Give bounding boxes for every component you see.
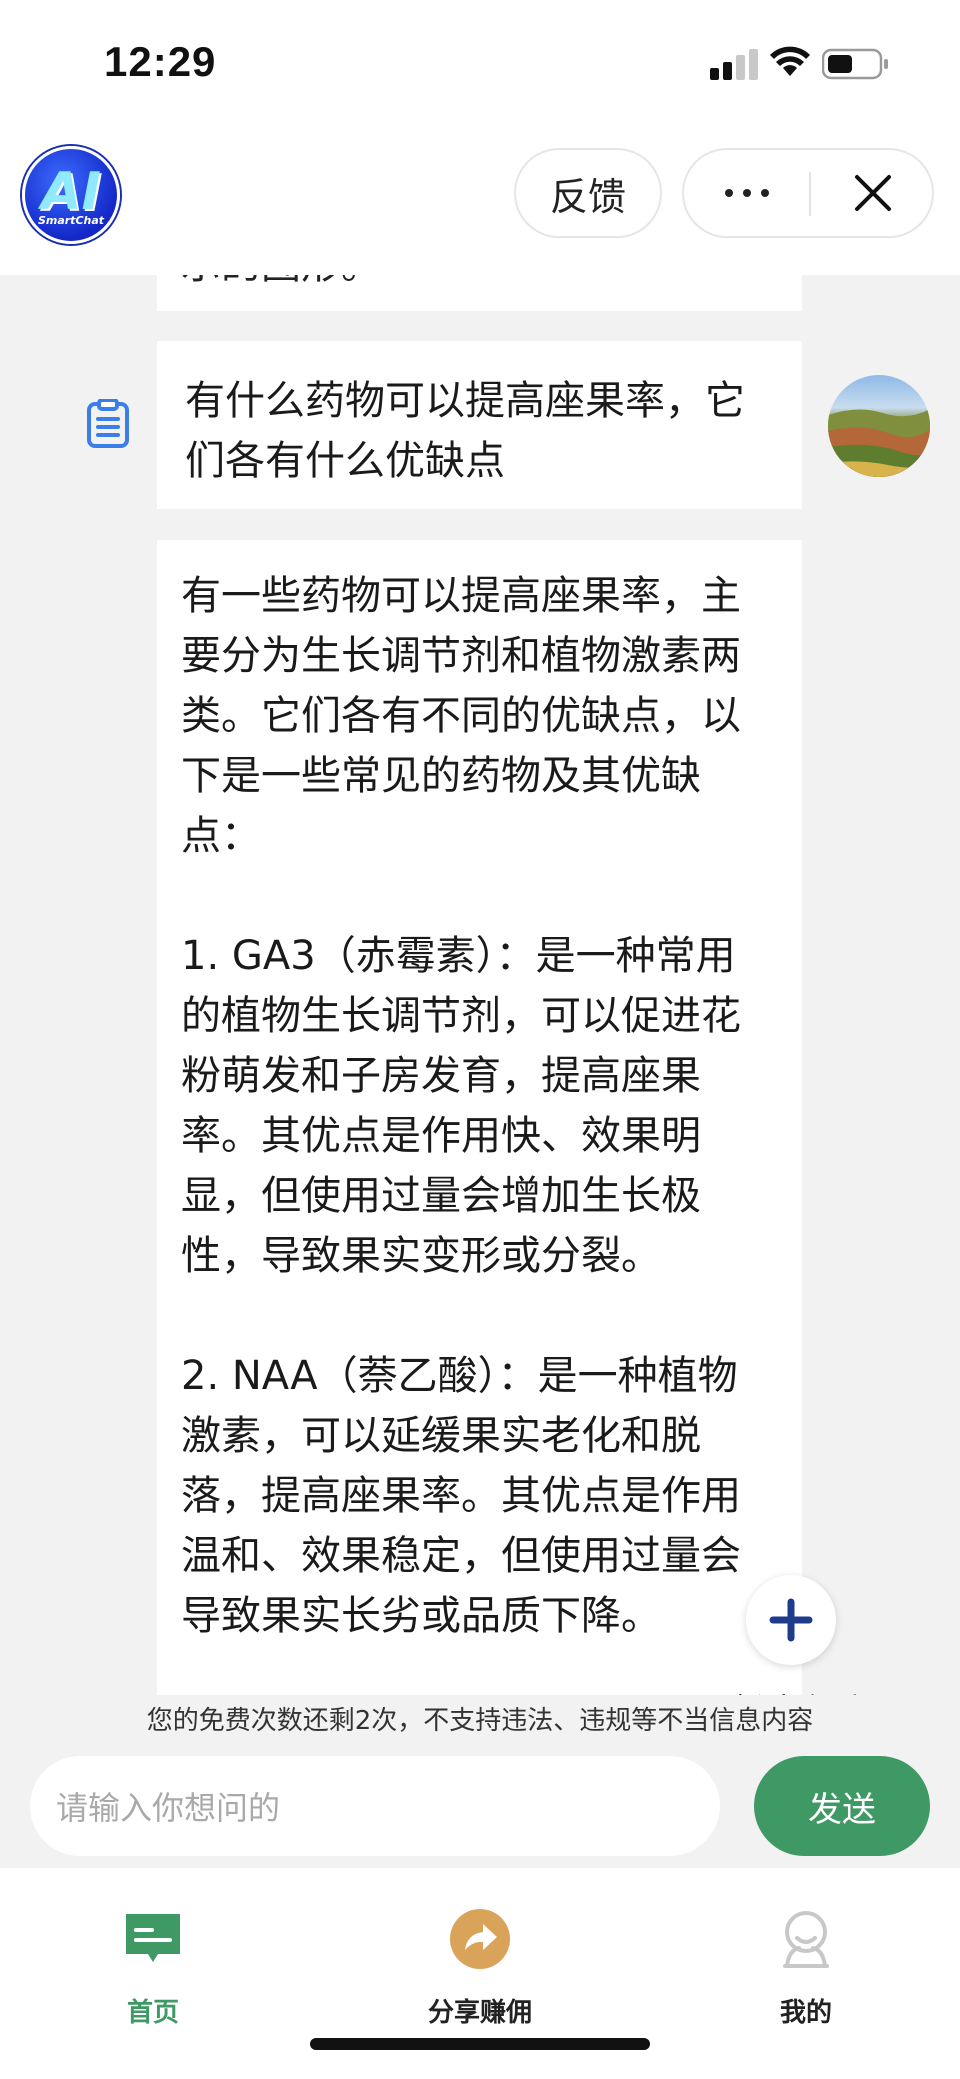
status-time: 12:29: [104, 38, 217, 85]
copy-icon[interactable]: [86, 399, 130, 449]
ai-paragraph: 有一些药物可以提高座果率，主要分为生长调节剂和植物激素两类。它们各有不同的优缺点…: [181, 573, 741, 859]
signal-icon: [710, 49, 758, 80]
wifi-icon: [770, 46, 810, 76]
previous-ai-message: 示的图形。: [157, 275, 802, 311]
app-logo: AI SmartChat: [22, 146, 120, 244]
question-input[interactable]: 请输入你想问的: [30, 1756, 720, 1856]
new-session-label[interactable]: 新建会话: [732, 1685, 860, 1695]
send-button[interactable]: 发送: [754, 1756, 930, 1856]
miniprogram-capsule: [682, 148, 934, 238]
ai-paragraph: 2. NAA（萘乙酸）：是一种植物激素，可以延缓果实老化和脱落，提高座果率。其优…: [181, 1353, 741, 1639]
profile-icon: [783, 1911, 829, 1968]
usage-notice: 您的免费次数还剩2次，不支持违法、违规等不当信息内容: [146, 1706, 814, 1736]
logo-subtext: SmartChat: [37, 213, 105, 227]
chat-icon: [126, 1914, 180, 1962]
tab-label: 分享赚佣: [427, 1998, 532, 2028]
tab-home[interactable]: 首页: [53, 1908, 253, 2029]
tab-profile[interactable]: 我的: [706, 1908, 906, 2029]
tab-label: 首页: [126, 1998, 179, 2028]
close-icon[interactable]: [811, 150, 934, 236]
tab-label: 我的: [779, 1998, 832, 2028]
feedback-button[interactable]: 反馈: [514, 148, 662, 238]
battery-icon: [822, 48, 888, 80]
ai-paragraph: 1. GA3（赤霉素）：是一种常用的植物生长调节剂，可以促进花粉萌发和子房发育，…: [181, 933, 741, 1279]
plus-icon: [769, 1598, 813, 1642]
user-message: 有什么药物可以提高座果率，它们各有什么优缺点: [157, 341, 802, 509]
home-indicator: [310, 2038, 650, 2050]
chat-area[interactable]: 示的图形。 有什么药物可以提高座果率，它们各有什么优缺点 有一些药物可以提高座果…: [0, 275, 960, 1695]
share-icon: [450, 1909, 510, 1969]
more-icon[interactable]: [684, 150, 809, 236]
previous-message-fragment: 示的图形。: [181, 275, 381, 295]
status-bar: 12:29: [0, 0, 960, 130]
user-avatar: [828, 375, 930, 477]
tab-share[interactable]: 分享赚佣: [380, 1908, 580, 2029]
ai-message: 有一些药物可以提高座果率，主要分为生长调节剂和植物激素两类。它们各有不同的优缺点…: [157, 540, 802, 1695]
logo-text: AI: [41, 161, 101, 222]
app-header: AI SmartChat 反馈: [0, 130, 960, 275]
new-session-button[interactable]: [746, 1575, 836, 1665]
